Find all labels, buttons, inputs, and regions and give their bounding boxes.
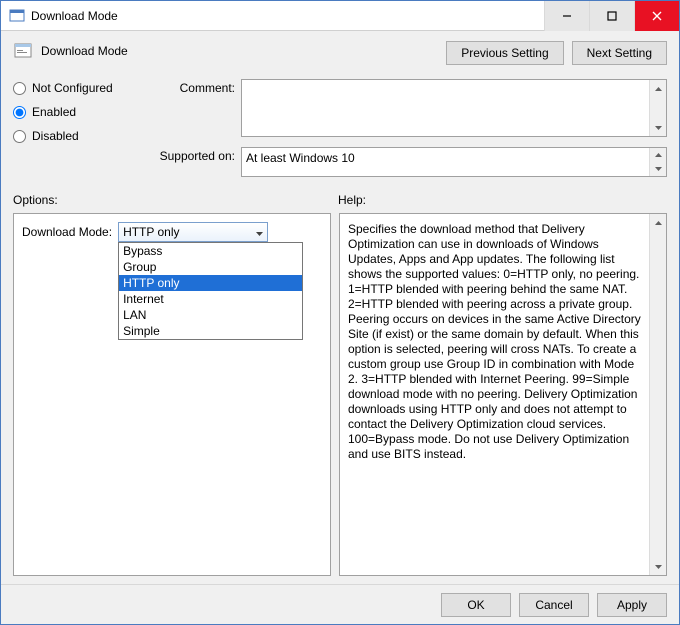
- cancel-button[interactable]: Cancel: [519, 593, 589, 617]
- close-button[interactable]: [634, 1, 679, 31]
- chevron-down-icon: [256, 225, 263, 239]
- download-mode-dropdown-list[interactable]: Bypass Group HTTP only Internet LAN Simp…: [118, 242, 303, 340]
- help-label: Help:: [338, 193, 667, 207]
- titlebar: Download Mode: [1, 1, 679, 31]
- scroll-up-icon[interactable]: [650, 80, 666, 97]
- dropdown-item-internet[interactable]: Internet: [119, 291, 302, 307]
- supported-on-label: Supported on:: [155, 147, 235, 163]
- dropdown-item-lan[interactable]: LAN: [119, 307, 302, 323]
- policy-editor-window: Download Mode Download Mode Previous Set…: [0, 0, 680, 625]
- dropdown-item-group[interactable]: Group: [119, 259, 302, 275]
- comment-label: Comment:: [155, 79, 235, 95]
- minimize-button[interactable]: [544, 1, 589, 31]
- app-icon: [9, 8, 25, 24]
- setting-title: Download Mode: [41, 44, 128, 58]
- dropdown-item-bypass[interactable]: Bypass: [119, 243, 302, 259]
- dialog-footer: OK Cancel Apply: [1, 584, 679, 624]
- download-mode-dropdown-label: Download Mode:: [22, 225, 112, 239]
- options-panel: Download Mode: HTTP only Bypass Group HT…: [13, 213, 331, 576]
- scroll-down-icon[interactable]: [650, 162, 666, 176]
- supported-scrollbar[interactable]: [649, 148, 666, 176]
- help-text: Specifies the download method that Deliv…: [348, 222, 645, 567]
- radio-not-configured-input[interactable]: [13, 82, 26, 95]
- radio-not-configured[interactable]: Not Configured: [13, 81, 143, 95]
- radio-enabled-label: Enabled: [32, 105, 76, 119]
- supported-on-value: At least Windows 10: [242, 148, 649, 176]
- radio-not-configured-label: Not Configured: [32, 81, 113, 95]
- window-body: Download Mode Previous Setting Next Sett…: [1, 31, 679, 584]
- next-setting-button[interactable]: Next Setting: [572, 41, 667, 65]
- scroll-up-icon[interactable]: [650, 148, 666, 162]
- radio-disabled[interactable]: Disabled: [13, 129, 143, 143]
- previous-setting-button[interactable]: Previous Setting: [446, 41, 563, 65]
- comment-scrollbar[interactable]: [649, 80, 666, 136]
- comment-input[interactable]: [242, 80, 649, 136]
- state-radio-group: Not Configured Enabled Disabled: [13, 79, 143, 177]
- panels-row: Download Mode: HTTP only Bypass Group HT…: [13, 213, 667, 576]
- panel-labels-row: Options: Help:: [13, 193, 667, 207]
- radio-enabled-input[interactable]: [13, 106, 26, 119]
- comment-field[interactable]: [241, 79, 667, 137]
- ok-button[interactable]: OK: [441, 593, 511, 617]
- radio-enabled[interactable]: Enabled: [13, 105, 143, 119]
- help-panel: Specifies the download method that Deliv…: [339, 213, 667, 576]
- window-title: Download Mode: [31, 9, 544, 23]
- upper-section: Not Configured Enabled Disabled Comment:: [13, 79, 667, 177]
- maximize-button[interactable]: [589, 1, 634, 31]
- help-scrollbar[interactable]: [649, 214, 666, 575]
- supported-on-field: At least Windows 10: [241, 147, 667, 177]
- apply-button[interactable]: Apply: [597, 593, 667, 617]
- dropdown-item-simple[interactable]: Simple: [119, 323, 302, 339]
- download-mode-selected[interactable]: HTTP only: [118, 222, 268, 242]
- scroll-down-icon[interactable]: [650, 119, 666, 136]
- radio-disabled-input[interactable]: [13, 130, 26, 143]
- download-mode-selected-text: HTTP only: [123, 225, 179, 239]
- download-mode-dropdown[interactable]: HTTP only Bypass Group HTTP only Interne…: [118, 222, 268, 242]
- setting-header: Download Mode Previous Setting Next Sett…: [13, 41, 667, 65]
- radio-disabled-label: Disabled: [32, 129, 79, 143]
- setting-icon: [13, 41, 33, 61]
- scroll-down-icon[interactable]: [650, 558, 666, 575]
- scroll-up-icon[interactable]: [650, 214, 666, 231]
- options-label: Options:: [13, 193, 338, 207]
- dropdown-item-http-only[interactable]: HTTP only: [119, 275, 302, 291]
